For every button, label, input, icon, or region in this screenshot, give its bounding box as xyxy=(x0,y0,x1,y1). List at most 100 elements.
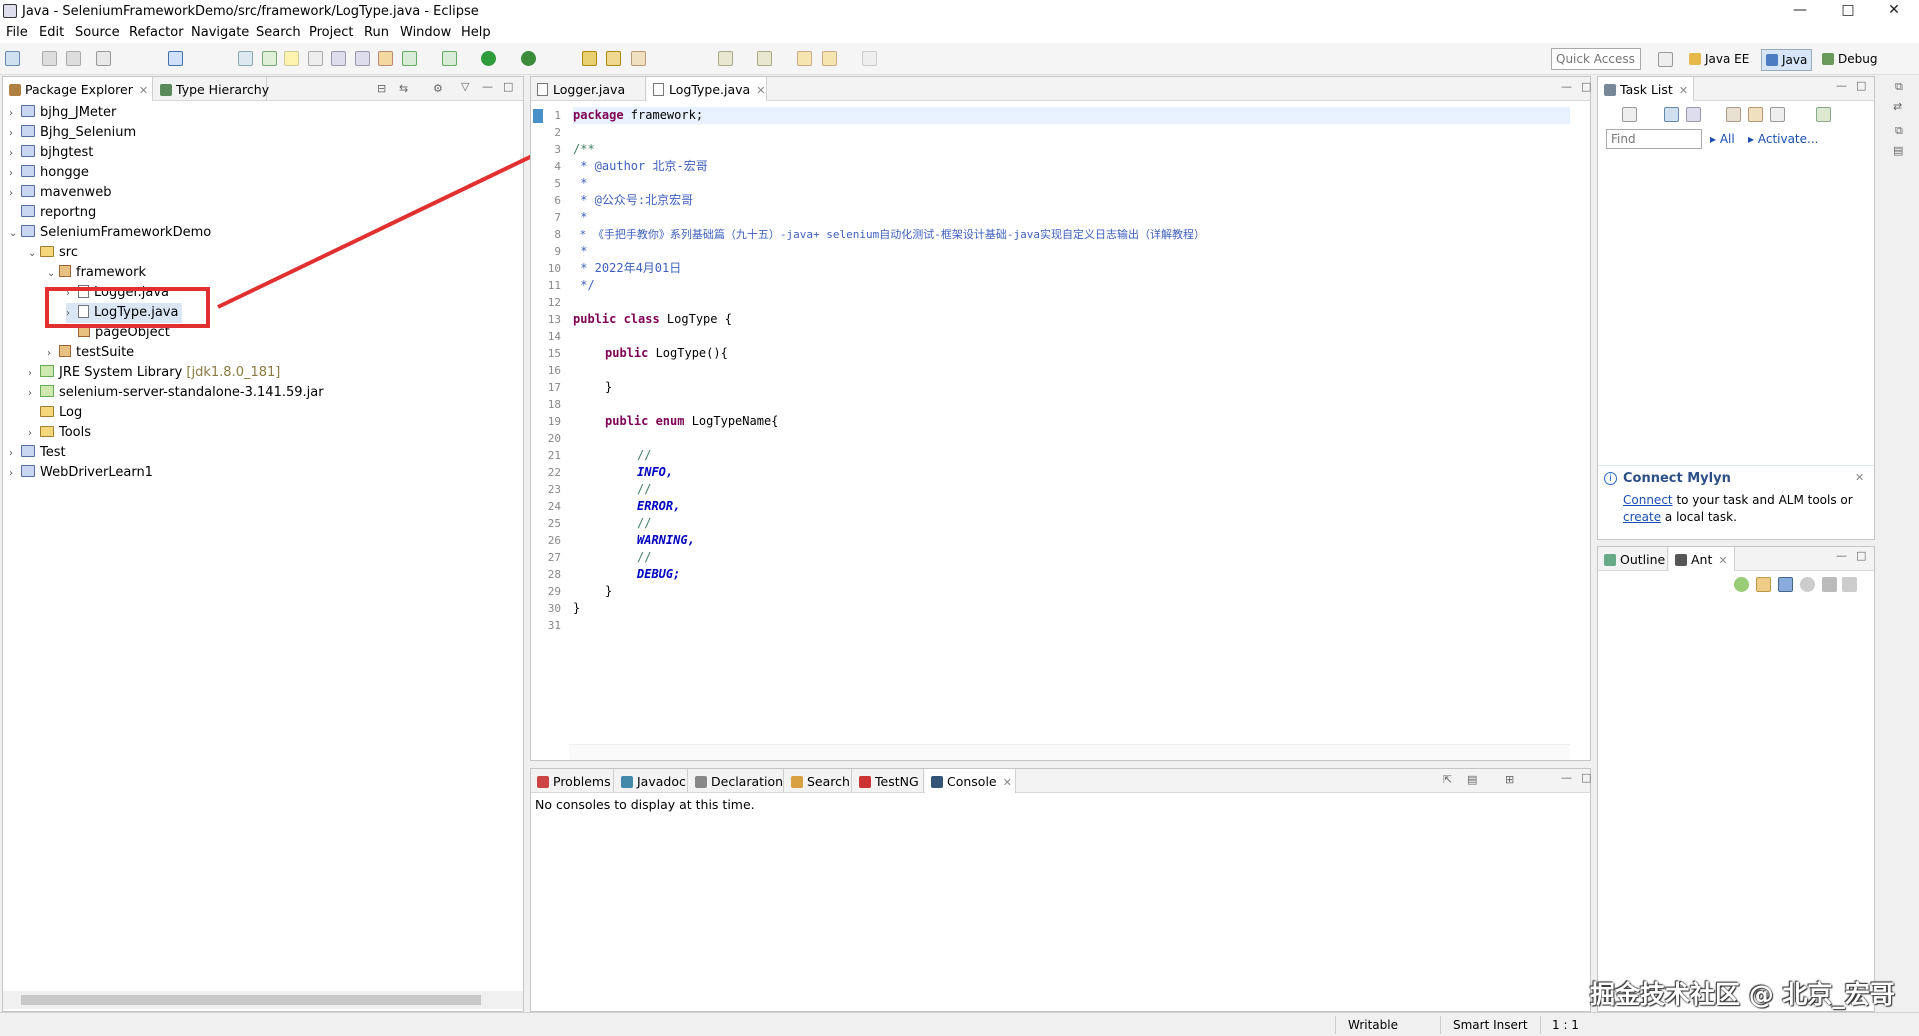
minimize-view-icon[interactable]: — xyxy=(1836,549,1847,562)
quick-access-input[interactable] xyxy=(1551,48,1641,70)
menu-edit[interactable]: Edit xyxy=(39,25,64,40)
highlight-icon[interactable] xyxy=(284,51,299,66)
back-icon[interactable] xyxy=(822,51,837,66)
tab-javadoc[interactable]: Javadoc xyxy=(615,769,688,793)
hide-targets-icon[interactable] xyxy=(1778,577,1793,592)
perspective-debug[interactable]: Debug xyxy=(1818,49,1881,71)
perspective-javaee[interactable]: Java EE xyxy=(1685,49,1753,71)
view-menu-icon[interactable]: ▽ xyxy=(461,80,469,93)
minimize-view-icon[interactable]: — xyxy=(1836,79,1847,92)
restore-icon[interactable]: ⧉ xyxy=(1895,124,1903,138)
code-area[interactable]: package framework; /** * @author 北京-宏哥 *… xyxy=(573,101,1570,738)
add-buildfile-icon[interactable] xyxy=(1734,577,1749,592)
tab-package-explorer[interactable]: Package Explorer ✕ xyxy=(3,77,153,101)
sync-view-icon[interactable]: ⇄ xyxy=(1893,100,1902,113)
close-tab-icon[interactable]: ✕ xyxy=(139,84,148,97)
tab-console[interactable]: Console ✕ xyxy=(925,769,1016,793)
expand-arrow-icon[interactable]: › xyxy=(9,144,21,164)
expand-arrow-icon[interactable]: › xyxy=(9,464,21,484)
new-task-icon[interactable] xyxy=(1622,107,1637,122)
tab-declaration[interactable]: Declaration xyxy=(689,769,784,793)
close-mylyn-icon[interactable]: ✕ xyxy=(1855,471,1864,484)
collapse-all-icon[interactable]: ⊟ xyxy=(377,82,386,95)
remove-all-icon[interactable] xyxy=(1842,577,1857,592)
expand-arrow-icon[interactable]: › xyxy=(9,104,21,124)
menu-file[interactable]: File xyxy=(6,25,28,40)
tree-item-jre-library[interactable]: › JRE System Library [jdk1.8.0_181] xyxy=(28,363,280,383)
horizontal-scrollbar[interactable] xyxy=(3,991,523,1009)
tab-outline[interactable]: Outline xyxy=(1598,547,1668,571)
tree-item-webdriverlearn1[interactable]: › WebDriverLearn1 xyxy=(9,463,153,483)
next-annotation-icon[interactable] xyxy=(718,51,733,66)
save-all-icon[interactable] xyxy=(66,51,81,66)
open-console-icon[interactable]: ⊞ xyxy=(1505,773,1514,786)
menu-run[interactable]: Run xyxy=(364,25,389,40)
print-icon[interactable] xyxy=(96,51,111,66)
new-icon[interactable] xyxy=(5,51,20,66)
tab-search[interactable]: Search xyxy=(785,769,852,793)
search-tool-icon[interactable] xyxy=(631,51,646,66)
tree-item-src[interactable]: ⌄ src xyxy=(28,243,78,263)
tab-task-list[interactable]: Task List ✕ xyxy=(1598,77,1694,101)
close-tab-icon[interactable]: ✕ xyxy=(1679,84,1688,97)
maximize-view-icon[interactable]: □ xyxy=(1856,549,1866,562)
open-type-icon[interactable] xyxy=(582,51,597,66)
restore-icon[interactable]: ⧉ xyxy=(1895,80,1903,94)
terminal-icon[interactable] xyxy=(168,51,183,66)
expand-arrow-icon[interactable]: › xyxy=(9,124,21,144)
package-icon[interactable] xyxy=(378,51,393,66)
expand-arrow-icon[interactable]: › xyxy=(9,444,21,464)
tab-ant[interactable]: Ant ✕ xyxy=(1669,547,1735,571)
link-editor-icon[interactable]: ⇆ xyxy=(399,82,408,95)
show-whitespace-icon[interactable] xyxy=(355,51,370,66)
menu-navigate[interactable]: Navigate xyxy=(191,25,249,40)
code-editor[interactable]: Logger.java LogType.java ✕ — □ 1 2 3 4 5 … xyxy=(530,76,1591,761)
properties-icon[interactable]: ▤ xyxy=(1893,144,1903,157)
tree-item-seleniumframeworkdemo[interactable]: ⌄ SeleniumFrameworkDemo xyxy=(9,223,211,243)
minimize-view-icon[interactable]: — xyxy=(1561,771,1572,784)
task-find-input[interactable] xyxy=(1606,129,1702,149)
debug-icon[interactable] xyxy=(442,51,457,66)
tab-type-hierarchy[interactable]: Type Hierarchy xyxy=(154,77,269,101)
maximize-button[interactable]: □ xyxy=(1828,0,1868,22)
menu-project[interactable]: Project xyxy=(309,25,353,40)
pointer-icon[interactable] xyxy=(238,51,253,66)
tab-testng[interactable]: TestNG xyxy=(853,769,924,793)
tab-logtype-java[interactable]: LogType.java ✕ xyxy=(647,77,767,101)
save-icon[interactable] xyxy=(42,51,57,66)
editor-horizontal-scrollbar[interactable] xyxy=(569,744,1570,760)
menu-help[interactable]: Help xyxy=(461,25,491,40)
open-folder-icon[interactable] xyxy=(606,51,621,66)
maximize-view-icon[interactable]: □ xyxy=(1581,771,1591,784)
minimize-button[interactable]: — xyxy=(1780,0,1820,22)
refresh-icon[interactable] xyxy=(402,51,417,66)
tree-item-reportng[interactable]: reportng xyxy=(9,203,96,223)
close-tab-icon[interactable]: ✕ xyxy=(756,84,765,97)
create-link[interactable]: create xyxy=(1623,510,1661,524)
minimize-view-icon[interactable]: — xyxy=(1561,80,1572,93)
filter-icon[interactable]: ⚙ xyxy=(433,82,443,95)
task-activate-link[interactable]: ▸ Activate... xyxy=(1748,132,1818,146)
collapse-arrow-icon[interactable]: ⌄ xyxy=(9,224,21,244)
tab-logger-java[interactable]: Logger.java xyxy=(531,77,646,101)
tree-item-framework[interactable]: ⌄ framework xyxy=(47,263,146,283)
expand-arrow-icon[interactable]: › xyxy=(9,164,21,184)
connect-link[interactable]: Connect xyxy=(1623,493,1673,507)
maximize-view-icon[interactable]: □ xyxy=(503,80,513,93)
toggle-icon[interactable] xyxy=(308,51,323,66)
minimize-view-icon[interactable]: — xyxy=(482,80,493,93)
menu-search[interactable]: Search xyxy=(256,25,301,40)
maximize-view-icon[interactable]: □ xyxy=(1581,80,1591,93)
expand-arrow-icon[interactable]: › xyxy=(47,344,59,364)
menu-window[interactable]: Window xyxy=(400,25,451,40)
display-console-icon[interactable]: ▤ xyxy=(1467,773,1477,786)
tree-item-testsuite[interactable]: › testSuite xyxy=(47,343,134,363)
tab-problems[interactable]: Problems xyxy=(531,769,614,793)
run-icon[interactable] xyxy=(481,51,496,66)
tree-item-hongge[interactable]: › hongge xyxy=(9,163,89,183)
search-buildfile-icon[interactable] xyxy=(1756,577,1771,592)
close-tab-icon[interactable]: ✕ xyxy=(1718,554,1727,567)
tree-item-bjhgtest[interactable]: › bjhgtest xyxy=(9,143,93,163)
collapse-arrow-icon[interactable]: ⌄ xyxy=(47,264,59,284)
hide-completed-icon[interactable] xyxy=(1726,107,1741,122)
